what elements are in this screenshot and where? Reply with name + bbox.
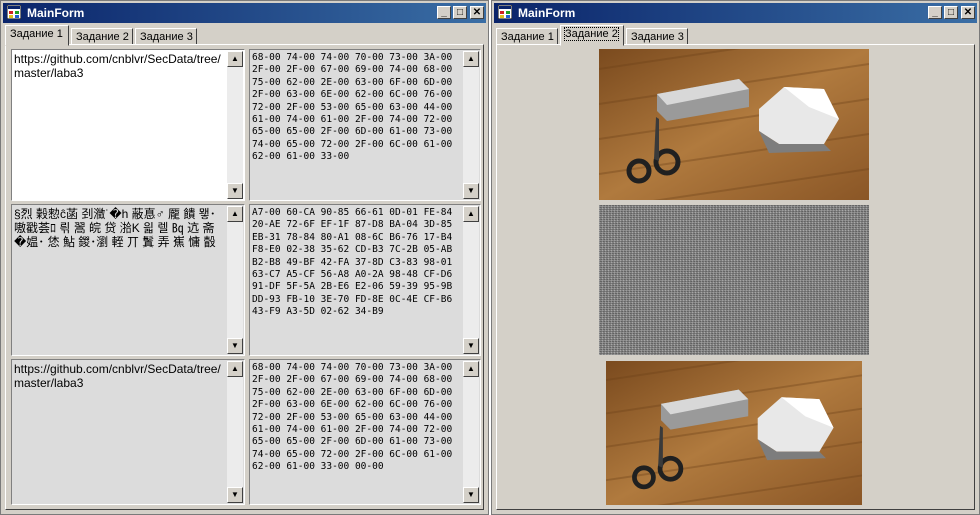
scroll-down-icon[interactable]: ▼: [463, 487, 479, 503]
main-form-window-right: MainForm _ □ ✕ Задание 1 Задание 2 Задан…: [491, 0, 980, 515]
vertical-scrollbar[interactable]: ▲ ▼: [227, 361, 243, 503]
tab-zadanie-1[interactable]: Задание 1: [496, 28, 558, 45]
tab-zadanie-2[interactable]: Задание 2: [71, 28, 133, 45]
tab-zadanie-1[interactable]: Задание 1: [5, 25, 69, 46]
close-icon: ✕: [963, 6, 973, 18]
scroll-up-icon[interactable]: ▲: [227, 206, 243, 222]
vertical-scrollbar[interactable]: ▲ ▼: [463, 51, 479, 199]
vertical-scrollbar[interactable]: ▲ ▼: [463, 206, 479, 354]
scroll-down-icon[interactable]: ▼: [227, 487, 243, 503]
title-bar[interactable]: MainForm _ □ ✕: [494, 3, 977, 23]
scroll-up-icon[interactable]: ▲: [463, 206, 479, 222]
vertical-scrollbar[interactable]: ▲ ▼: [227, 206, 243, 354]
tab-panel-zadanie-1: https://github.com/cnblvr/SecData/tree/m…: [5, 44, 484, 510]
close-button[interactable]: ✕: [470, 6, 484, 19]
tab-zadanie-2[interactable]: Задание 2: [560, 25, 624, 46]
minimize-icon: _: [932, 6, 938, 18]
scroll-up-icon[interactable]: ▲: [227, 51, 243, 67]
scroll-down-icon[interactable]: ▼: [227, 338, 243, 354]
scroll-up-icon[interactable]: ▲: [463, 51, 479, 67]
encrypted-text-box[interactable]: §烈 榖愸ĉ菡 刭瀓˙�h 蔽惪♂ 龎 饋 뫻･嗷戳荟ﾛ 릒 翯 皖 贷 湁K …: [11, 204, 245, 356]
maximize-icon: □: [947, 6, 955, 18]
original-image: [599, 49, 869, 200]
decrypted-hex-box[interactable]: 68-00 74-00 74-00 70-00 73-00 3A-00 2F-0…: [249, 359, 481, 505]
scroll-down-icon[interactable]: ▼: [227, 183, 243, 199]
maximize-button[interactable]: □: [453, 6, 467, 19]
encrypted-noise-image: [599, 205, 869, 355]
app-icon: [7, 5, 21, 19]
scroll-up-icon[interactable]: ▲: [463, 361, 479, 377]
window-title: MainForm: [27, 6, 85, 20]
encrypted-text: §烈 榖愸ĉ菡 刭瀓˙�h 蔽惪♂ 龎 饋 뫻･嗷戳荟ﾛ 릒 翯 皖 贷 湁K …: [14, 207, 216, 249]
encrypted-hex: A7-00 60-CA 90-85 66-61 0D-01 FE-84 20-A…: [252, 207, 458, 318]
maximize-button[interactable]: □: [944, 6, 958, 19]
minimize-button[interactable]: _: [928, 6, 942, 19]
source-text: https://github.com/cnblvr/SecData/tree/m…: [14, 52, 221, 80]
source-hex: 68-00 74-00 74-00 70-00 73-00 3A-00 2F-0…: [252, 52, 458, 163]
decrypted-text-box[interactable]: https://github.com/cnblvr/SecData/tree/m…: [11, 359, 245, 505]
decrypted-hex: 68-00 74-00 74-00 70-00 73-00 3A-00 2F-0…: [252, 362, 458, 473]
scroll-down-icon[interactable]: ▼: [463, 338, 479, 354]
close-icon: ✕: [472, 6, 482, 18]
scroll-up-icon[interactable]: ▲: [227, 361, 243, 377]
window-title: MainForm: [518, 6, 576, 20]
source-hex-box[interactable]: 68-00 74-00 74-00 70-00 73-00 3A-00 2F-0…: [249, 49, 481, 201]
vertical-scrollbar[interactable]: ▲ ▼: [227, 51, 243, 199]
scroll-down-icon[interactable]: ▼: [463, 183, 479, 199]
vertical-scrollbar[interactable]: ▲ ▼: [463, 361, 479, 503]
minimize-icon: _: [441, 6, 447, 18]
close-button[interactable]: ✕: [961, 6, 975, 19]
tab-panel-zadanie-2: [496, 44, 975, 510]
maximize-icon: □: [456, 6, 464, 18]
tab-zadanie-3[interactable]: Задание 3: [135, 28, 197, 45]
main-form-window-left: MainForm _ □ ✕ Задание 1 Задание 2 Задан…: [0, 0, 489, 515]
decrypted-image: [606, 361, 862, 505]
tab-zadanie-3[interactable]: Задание 3: [626, 28, 688, 45]
encrypted-hex-box[interactable]: A7-00 60-CA 90-85 66-61 0D-01 FE-84 20-A…: [249, 204, 481, 356]
minimize-button[interactable]: _: [437, 6, 451, 19]
app-icon: [498, 5, 512, 19]
decrypted-text: https://github.com/cnblvr/SecData/tree/m…: [14, 362, 221, 390]
source-text-box[interactable]: https://github.com/cnblvr/SecData/tree/m…: [11, 49, 245, 201]
title-bar[interactable]: MainForm _ □ ✕: [3, 3, 486, 23]
